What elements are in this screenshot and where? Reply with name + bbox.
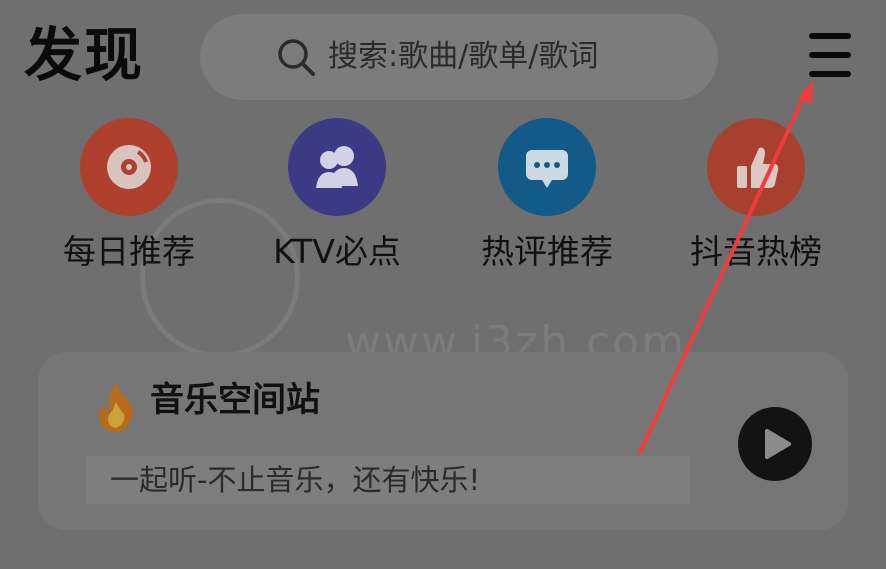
annotation-arrow: [638, 80, 813, 454]
